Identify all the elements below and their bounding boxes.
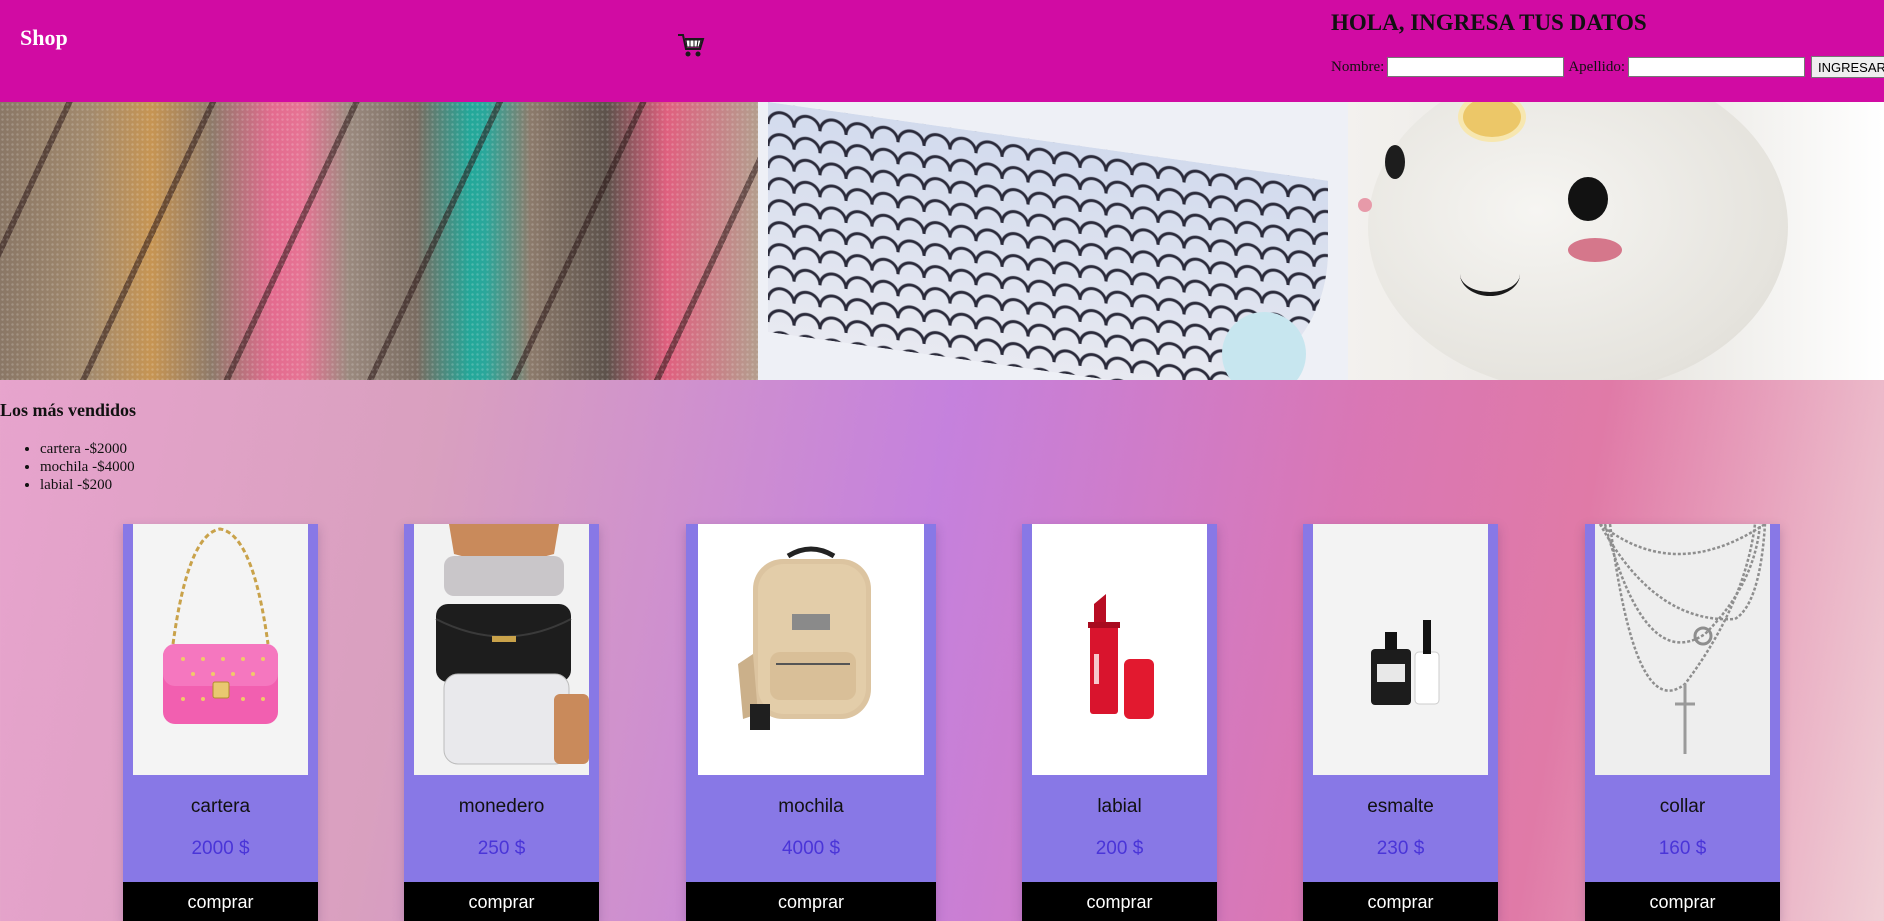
- product-price: 160 $: [1658, 838, 1707, 859]
- product-name: esmalte: [1367, 796, 1434, 817]
- banner-image-mermaid-pouch: [758, 102, 1348, 380]
- buy-button[interactable]: comprar: [686, 882, 936, 921]
- product-image-esmalte: [1313, 524, 1488, 775]
- top-header: Shop HOLA, INGRESA TUS DATOS Nombre: Ape…: [0, 0, 1884, 102]
- best-sellers-title: Los más vendidos: [0, 400, 137, 420]
- buy-button[interactable]: comprar: [404, 882, 599, 921]
- product-name: collar: [1659, 796, 1706, 817]
- product-price: 2000 $: [191, 838, 250, 859]
- apellido-label: Apellido:: [1568, 58, 1625, 75]
- unicorn-blush-left: [1358, 198, 1372, 212]
- buy-button[interactable]: comprar: [1303, 882, 1498, 921]
- product-name: monedero: [458, 796, 545, 817]
- product-card-monedero: monedero 250 $ comprar: [404, 524, 599, 921]
- product-price: 200 $: [1095, 838, 1144, 859]
- product-price: 4000 $: [781, 838, 841, 859]
- product-image-collar: [1595, 524, 1770, 775]
- apellido-field[interactable]: [1628, 57, 1805, 77]
- shopping-cart-icon[interactable]: [676, 30, 706, 60]
- ingresar-button[interactable]: INGRESAR: [1811, 56, 1884, 78]
- product-card-esmalte: esmalte 230 $ comprar: [1303, 524, 1498, 921]
- banner-image-unicorn: [1348, 102, 1884, 380]
- product-card-collar: collar 160 $ comprar: [1585, 524, 1780, 921]
- buy-button[interactable]: comprar: [1022, 882, 1217, 921]
- banner-image-sequin-bag: [0, 102, 758, 380]
- list-item: mochila -$4000: [40, 458, 135, 476]
- unicorn-eye-right: [1568, 177, 1608, 221]
- product-image-mochila: [698, 524, 924, 775]
- product-name: labial: [1097, 796, 1142, 817]
- product-image-monedero: [414, 524, 589, 775]
- buy-button[interactable]: comprar: [1585, 882, 1780, 921]
- nombre-label: Nombre:: [1331, 58, 1385, 75]
- list-item: cartera -$2000: [40, 440, 135, 458]
- best-sellers-list: cartera -$2000 mochila -$4000 labial -$2…: [0, 440, 135, 494]
- product-card-mochila: mochila 4000 $ comprar: [686, 524, 936, 921]
- unicorn-smile: [1460, 252, 1520, 296]
- brand-logo[interactable]: Shop: [20, 25, 68, 51]
- unicorn-blush-right: [1568, 238, 1622, 262]
- unicorn-eye-left: [1385, 145, 1405, 179]
- hero-banner: [0, 102, 1884, 380]
- nombre-field[interactable]: [1387, 57, 1565, 77]
- product-image-labial: [1032, 524, 1207, 775]
- product-price: 250 $: [477, 838, 526, 859]
- login-greeting: HOLA, INGRESA TUS DATOS: [1331, 10, 1647, 35]
- list-item: labial -$200: [40, 476, 135, 494]
- product-price: 230 $: [1376, 838, 1425, 859]
- buy-button[interactable]: comprar: [123, 882, 318, 921]
- login-form: Nombre: Apellido: INGRESAR: [1331, 56, 1884, 78]
- product-name: mochila: [778, 796, 844, 817]
- product-card-labial: labial 200 $ comprar: [1022, 524, 1217, 921]
- product-card-cartera: cartera 2000 $ comprar: [123, 524, 318, 921]
- product-image-cartera: [133, 524, 308, 775]
- product-name: cartera: [190, 796, 251, 817]
